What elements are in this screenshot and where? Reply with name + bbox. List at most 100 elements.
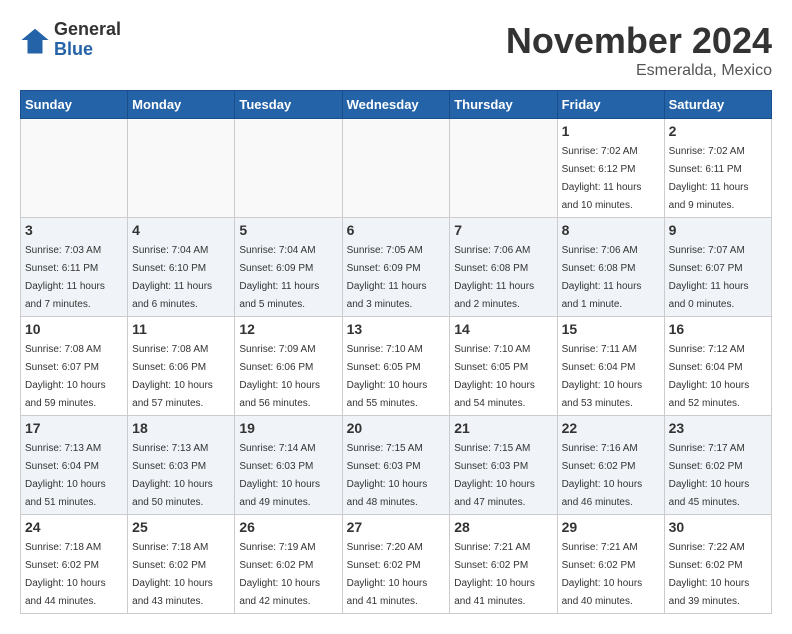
day-number: 8 (562, 222, 660, 238)
day-cell: 1 Sunrise: 7:02 AM Sunset: 6:12 PM Daylig… (557, 119, 664, 218)
day-number: 4 (132, 222, 230, 238)
day-number: 17 (25, 420, 123, 436)
day-number: 12 (239, 321, 337, 337)
calendar: SundayMondayTuesdayWednesdayThursdayFrid… (20, 90, 772, 614)
day-info: Sunrise: 7:02 AM Sunset: 6:11 PM Dayligh… (669, 146, 749, 211)
day-cell: 4Sunrise: 7:04 AM Sunset: 6:10 PM Daylig… (128, 218, 235, 317)
day-info: Sunrise: 7:18 AM Sunset: 6:02 PM Dayligh… (132, 542, 213, 607)
logo: General Blue (20, 20, 121, 60)
day-number: 18 (132, 420, 230, 436)
day-cell: 21Sunrise: 7:15 AM Sunset: 6:03 PM Dayli… (450, 416, 557, 515)
day-cell: 5 Sunrise: 7:04 AM Sunset: 6:09 PM Daylig… (235, 218, 342, 317)
day-cell (342, 119, 450, 218)
day-number: 23 (669, 420, 767, 436)
day-cell: 6Sunrise: 7:05 AM Sunset: 6:09 PM Daylig… (342, 218, 450, 317)
day-number: 24 (25, 519, 123, 535)
day-cell: 15 Sunrise: 7:11 AM Sunset: 6:04 PM Dayli… (557, 317, 664, 416)
day-info: Sunrise: 7:15 AM Sunset: 6:03 PM Dayligh… (454, 443, 535, 508)
day-info: Sunrise: 7:10 AM Sunset: 6:05 PM Dayligh… (347, 344, 428, 409)
weekday-header-friday: Friday (557, 91, 664, 119)
day-cell: 9 Sunrise: 7:07 AM Sunset: 6:07 PM Daylig… (664, 218, 771, 317)
day-info: Sunrise: 7:20 AM Sunset: 6:02 PM Dayligh… (347, 542, 428, 607)
day-cell: 24 Sunrise: 7:18 AM Sunset: 6:02 PM Dayli… (21, 515, 128, 614)
day-cell (21, 119, 128, 218)
day-info: Sunrise: 7:07 AM Sunset: 6:07 PM Dayligh… (669, 245, 749, 310)
day-cell: 13 Sunrise: 7:10 AM Sunset: 6:05 PM Dayli… (342, 317, 450, 416)
day-number: 14 (454, 321, 552, 337)
weekday-header-row: SundayMondayTuesdayWednesdayThursdayFrid… (21, 91, 772, 119)
day-info: Sunrise: 7:06 AM Sunset: 6:08 PM Dayligh… (454, 245, 534, 310)
day-info: Sunrise: 7:08 AM Sunset: 6:07 PM Dayligh… (25, 344, 106, 409)
day-number: 9 (669, 222, 767, 238)
day-number: 15 (562, 321, 660, 337)
page-header: General Blue November 2024 Esmeralda, Me… (20, 20, 772, 80)
day-cell: 2 Sunrise: 7:02 AM Sunset: 6:11 PM Daylig… (664, 119, 771, 218)
day-info: Sunrise: 7:02 AM Sunset: 6:12 PM Dayligh… (562, 146, 642, 211)
day-info: Sunrise: 7:12 AM Sunset: 6:04 PM Dayligh… (669, 344, 750, 409)
day-cell: 19 Sunrise: 7:14 AM Sunset: 6:03 PM Dayli… (235, 416, 342, 515)
day-number: 7 (454, 222, 552, 238)
week-row-3: 10 Sunrise: 7:08 AM Sunset: 6:07 PM Dayli… (21, 317, 772, 416)
weekday-header-monday: Monday (128, 91, 235, 119)
day-cell (450, 119, 557, 218)
day-cell: 14 Sunrise: 7:10 AM Sunset: 6:05 PM Dayli… (450, 317, 557, 416)
day-info: Sunrise: 7:08 AM Sunset: 6:06 PM Dayligh… (132, 344, 213, 409)
day-number: 13 (347, 321, 446, 337)
day-cell (235, 119, 342, 218)
day-number: 25 (132, 519, 230, 535)
day-number: 10 (25, 321, 123, 337)
day-cell: 17 Sunrise: 7:13 AM Sunset: 6:04 PM Dayli… (21, 416, 128, 515)
day-number: 3 (25, 222, 123, 238)
day-number: 26 (239, 519, 337, 535)
day-number: 1 (562, 123, 660, 139)
weekday-header-sunday: Sunday (21, 91, 128, 119)
day-info: Sunrise: 7:21 AM Sunset: 6:02 PM Dayligh… (454, 542, 535, 607)
day-number: 11 (132, 321, 230, 337)
day-number: 30 (669, 519, 767, 535)
day-info: Sunrise: 7:15 AM Sunset: 6:03 PM Dayligh… (347, 443, 428, 508)
week-row-4: 17 Sunrise: 7:13 AM Sunset: 6:04 PM Dayli… (21, 416, 772, 515)
day-info: Sunrise: 7:14 AM Sunset: 6:03 PM Dayligh… (239, 443, 320, 508)
day-cell: 18Sunrise: 7:13 AM Sunset: 6:03 PM Dayli… (128, 416, 235, 515)
day-number: 16 (669, 321, 767, 337)
day-number: 20 (347, 420, 446, 436)
week-row-1: 1 Sunrise: 7:02 AM Sunset: 6:12 PM Daylig… (21, 119, 772, 218)
day-number: 27 (347, 519, 446, 535)
day-info: Sunrise: 7:11 AM Sunset: 6:04 PM Dayligh… (562, 344, 643, 409)
day-number: 19 (239, 420, 337, 436)
day-cell: 23 Sunrise: 7:17 AM Sunset: 6:02 PM Dayli… (664, 416, 771, 515)
day-cell: 27 Sunrise: 7:20 AM Sunset: 6:02 PM Dayli… (342, 515, 450, 614)
day-info: Sunrise: 7:16 AM Sunset: 6:02 PM Dayligh… (562, 443, 643, 508)
day-info: Sunrise: 7:22 AM Sunset: 6:02 PM Dayligh… (669, 542, 750, 607)
weekday-header-saturday: Saturday (664, 91, 771, 119)
day-info: Sunrise: 7:13 AM Sunset: 6:04 PM Dayligh… (25, 443, 106, 508)
week-row-5: 24 Sunrise: 7:18 AM Sunset: 6:02 PM Dayli… (21, 515, 772, 614)
month-title: November 2024 (506, 20, 772, 62)
day-cell: 30 Sunrise: 7:22 AM Sunset: 6:02 PM Dayli… (664, 515, 771, 614)
day-info: Sunrise: 7:17 AM Sunset: 6:02 PM Dayligh… (669, 443, 750, 508)
logo-blue: Blue (54, 40, 121, 60)
day-cell: 8Sunrise: 7:06 AM Sunset: 6:08 PM Daylig… (557, 218, 664, 317)
day-cell: 22 Sunrise: 7:16 AM Sunset: 6:02 PM Dayli… (557, 416, 664, 515)
logo-text: General Blue (54, 20, 121, 60)
week-row-2: 3 Sunrise: 7:03 AM Sunset: 6:11 PM Daylig… (21, 218, 772, 317)
day-info: Sunrise: 7:03 AM Sunset: 6:11 PM Dayligh… (25, 245, 105, 310)
day-info: Sunrise: 7:04 AM Sunset: 6:09 PM Dayligh… (239, 245, 319, 310)
weekday-header-tuesday: Tuesday (235, 91, 342, 119)
day-info: Sunrise: 7:21 AM Sunset: 6:02 PM Dayligh… (562, 542, 643, 607)
day-info: Sunrise: 7:10 AM Sunset: 6:05 PM Dayligh… (454, 344, 535, 409)
day-cell: 26 Sunrise: 7:19 AM Sunset: 6:02 PM Dayli… (235, 515, 342, 614)
location: Esmeralda, Mexico (506, 62, 772, 80)
day-cell: 16 Sunrise: 7:12 AM Sunset: 6:04 PM Dayli… (664, 317, 771, 416)
day-number: 6 (347, 222, 446, 238)
day-number: 5 (239, 222, 337, 238)
day-info: Sunrise: 7:18 AM Sunset: 6:02 PM Dayligh… (25, 542, 106, 607)
day-number: 2 (669, 123, 767, 139)
day-number: 29 (562, 519, 660, 535)
day-cell: 7 Sunrise: 7:06 AM Sunset: 6:08 PM Daylig… (450, 218, 557, 317)
day-cell: 20 Sunrise: 7:15 AM Sunset: 6:03 PM Dayli… (342, 416, 450, 515)
day-number: 22 (562, 420, 660, 436)
day-info: Sunrise: 7:19 AM Sunset: 6:02 PM Dayligh… (239, 542, 320, 607)
day-cell: 29 Sunrise: 7:21 AM Sunset: 6:02 PM Dayli… (557, 515, 664, 614)
weekday-header-wednesday: Wednesday (342, 91, 450, 119)
